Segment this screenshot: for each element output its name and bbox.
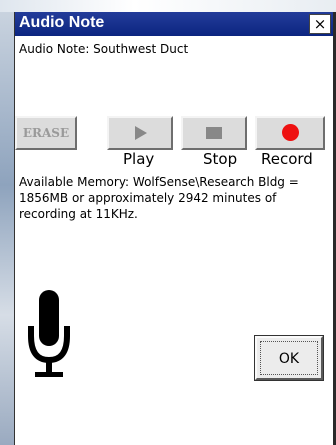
play-icon [135,126,147,140]
play-button[interactable] [107,116,173,150]
close-button[interactable]: × [309,14,331,34]
play-label: Play [123,150,155,168]
note-title: Audio Note: Southwest Duct [19,42,189,56]
microphone-icon [15,264,95,384]
available-memory-text: Available Memory: WolfSense\Research Bld… [19,175,299,221]
record-icon [282,124,299,141]
erase-label: ERASE [22,126,70,140]
record-label: Record [261,150,313,168]
record-button[interactable] [255,116,325,150]
stop-icon [206,127,222,139]
ok-label: OK [260,341,318,375]
stop-label: Stop [203,150,238,168]
ok-button[interactable]: OK [254,335,324,381]
background-left-edge [0,12,14,445]
audio-note-dialog: Audio Note × Audio Note: Southwest Duct … [14,12,333,445]
erase-button[interactable]: ERASE [15,116,77,150]
background-top-strip [0,0,336,12]
dialog-title: Audio Note [19,14,105,31]
stop-button[interactable] [181,116,247,150]
title-bar: Audio Note × [15,12,333,36]
